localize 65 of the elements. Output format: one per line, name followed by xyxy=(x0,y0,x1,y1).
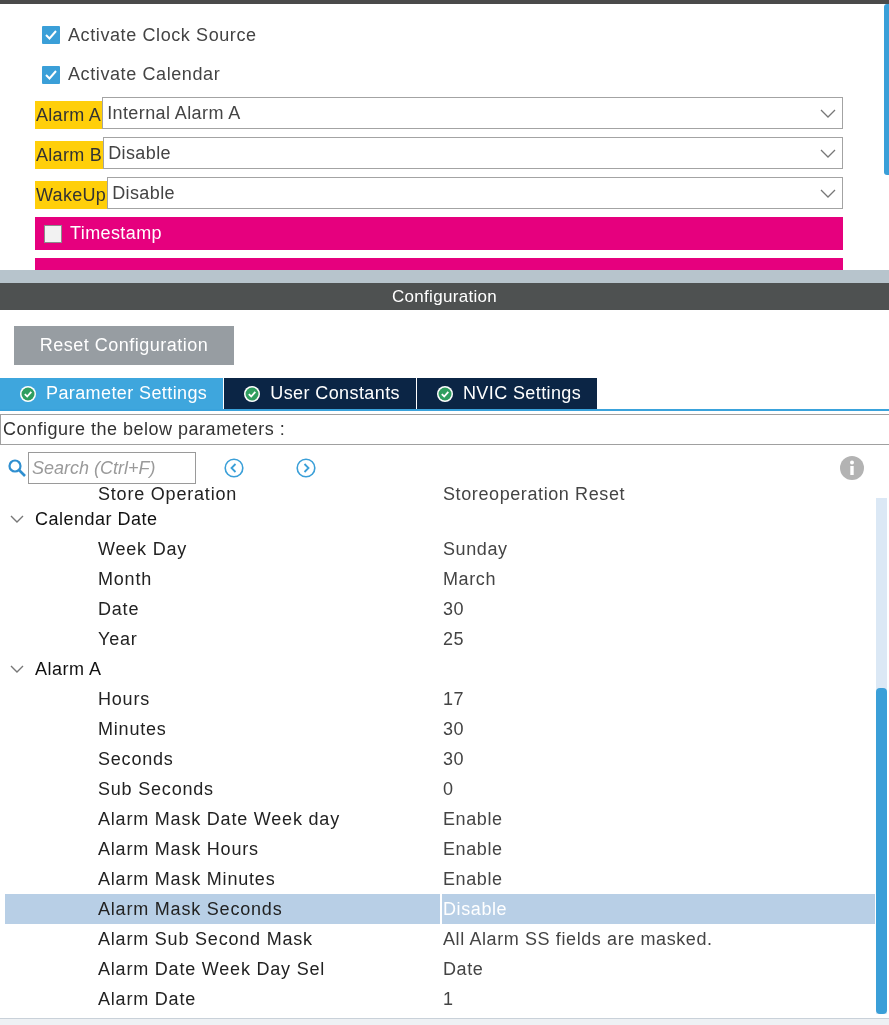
dropdown-select[interactable]: Internal Alarm A xyxy=(102,97,843,129)
group-label: Calendar Date xyxy=(35,508,158,530)
info-button[interactable] xyxy=(840,456,864,480)
dropdown-select[interactable]: Disable xyxy=(107,177,843,209)
panel-title: Configuration xyxy=(392,286,497,307)
parameter-value[interactable]: 30 xyxy=(440,744,875,774)
parameter-name[interactable]: Alarm Mask Minutes xyxy=(5,864,440,894)
parameter-name[interactable]: Seconds xyxy=(5,744,440,774)
parameter-value[interactable]: 17 xyxy=(440,684,875,714)
parameter-name[interactable]: Date xyxy=(5,594,440,624)
search-icon[interactable] xyxy=(8,459,26,477)
search-field[interactable]: Search (Ctrl+F) xyxy=(28,452,196,484)
option-label: Timestamp xyxy=(70,223,162,244)
parameter-name[interactable]: Alarm Date Week Day Sel xyxy=(5,954,440,984)
checkbox-icon[interactable] xyxy=(44,224,62,243)
previous-button[interactable] xyxy=(224,458,244,478)
parameter-name[interactable]: Alarm Mask Hours xyxy=(5,834,440,864)
parameter-value[interactable]: Enable xyxy=(440,804,875,834)
field-label: WakeUp xyxy=(35,181,108,209)
checkbox-label: Activate Clock Source xyxy=(68,24,257,46)
check-circle-icon xyxy=(20,385,36,402)
parameter-name[interactable]: Alarm Mask Seconds xyxy=(5,894,440,924)
scrollbar-thumb[interactable] xyxy=(884,4,889,175)
parameter-name[interactable]: Store Operation xyxy=(5,484,440,504)
parameter-name[interactable]: Year xyxy=(5,624,440,654)
parameter-value[interactable]: 0 xyxy=(440,774,875,804)
group-label: Alarm A xyxy=(35,658,102,680)
tab[interactable]: User Constants xyxy=(224,378,416,409)
parameter-value[interactable]: Enable xyxy=(440,864,875,894)
parameter-name[interactable]: Alarm Sub Second Mask xyxy=(5,924,440,954)
scrollbar-thumb[interactable] xyxy=(876,688,887,1014)
tab[interactable]: NVIC Settings xyxy=(416,378,598,409)
description-text: Configure the below parameters : xyxy=(0,414,889,445)
parameter-value[interactable]: Storeoperation Reset xyxy=(440,484,875,504)
checkbox-label: Activate Calendar xyxy=(68,64,221,86)
chevron-down-icon xyxy=(820,188,836,198)
checked-checkbox-icon[interactable] xyxy=(42,26,60,45)
field-label: Alarm A xyxy=(35,101,103,129)
circle-arrow-right-icon xyxy=(296,458,316,478)
chevron-down-icon xyxy=(820,108,836,118)
field-label: Alarm B xyxy=(35,141,104,169)
next-button[interactable] xyxy=(296,458,316,478)
parameter-value[interactable]: March xyxy=(440,564,875,594)
dropdown-select[interactable]: Disable xyxy=(103,137,843,169)
parameter-value[interactable]: Date xyxy=(440,954,875,984)
chevron-down-icon xyxy=(820,148,836,158)
parameter-value[interactable]: 30 xyxy=(440,594,875,624)
parameter-value[interactable]: All Alarm SS fields are masked. xyxy=(440,924,875,954)
parameter-value[interactable]: 25 xyxy=(440,624,875,654)
parameter-value[interactable]: 30 xyxy=(440,714,875,744)
parameter-value[interactable]: Enable xyxy=(440,834,875,864)
parameter-name[interactable]: Sub Seconds xyxy=(5,774,440,804)
circle-arrow-left-icon xyxy=(224,458,244,478)
parameter-name[interactable]: Alarm Date xyxy=(5,984,440,1014)
parameter-value[interactable]: Sunday xyxy=(440,534,875,564)
parameter-value[interactable]: 1 xyxy=(440,984,875,1014)
info-icon xyxy=(840,456,864,480)
check-circle-icon xyxy=(436,385,453,402)
parameter-name[interactable]: Minutes xyxy=(5,714,440,744)
parameter-name[interactable]: Month xyxy=(5,564,440,594)
parameter-name[interactable]: Alarm Mask Date Week day xyxy=(5,804,440,834)
parameter-name[interactable]: Hours xyxy=(5,684,440,714)
checked-checkbox-icon[interactable] xyxy=(42,65,60,84)
check-circle-icon xyxy=(244,385,261,402)
parameter-name[interactable]: Week Day xyxy=(5,534,440,564)
